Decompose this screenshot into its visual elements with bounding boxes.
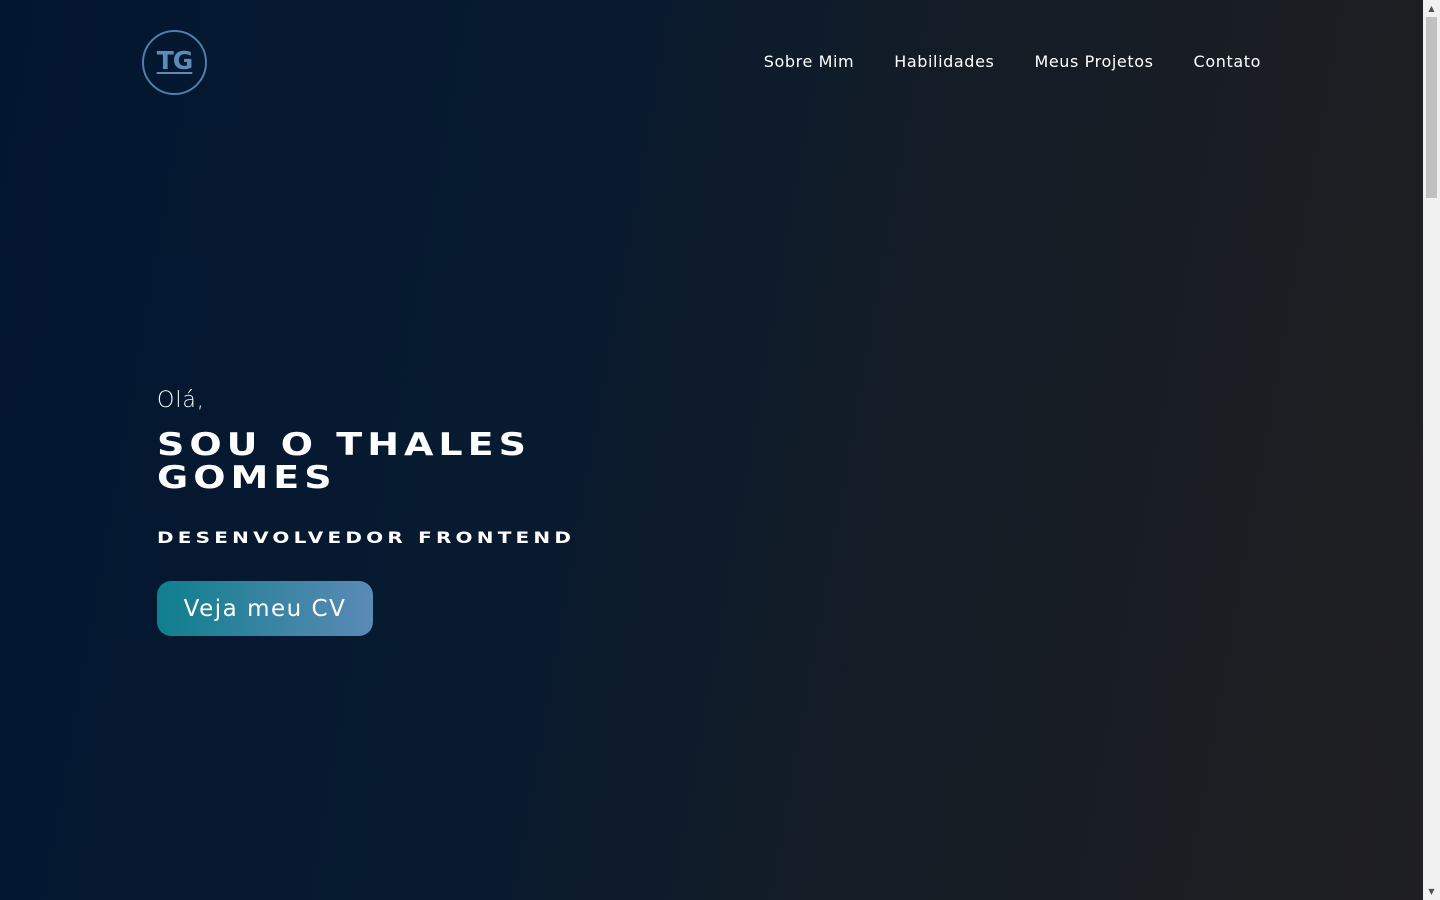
scroll-down-arrow-icon[interactable]: ▼ [1423, 883, 1440, 900]
nav-link-sobre-mim[interactable]: Sobre Mim [764, 52, 855, 71]
view-cv-button[interactable]: Veja meu CV [157, 581, 373, 636]
logo[interactable]: TG [142, 30, 207, 95]
vertical-scrollbar[interactable]: ▲ ▼ [1423, 0, 1440, 900]
hero-greeting: Olá, [157, 388, 205, 413]
main-nav: Sobre Mim Habilidades Meus Projetos Cont… [764, 52, 1261, 71]
scrollbar-thumb[interactable] [1426, 17, 1437, 198]
hero-name-heading: Sou o Thales Gomes [157, 426, 531, 496]
hero-role-subtitle: Desenvolvedor Frontend [157, 528, 576, 548]
scroll-up-arrow-icon[interactable]: ▲ [1423, 0, 1440, 17]
nav-link-contato[interactable]: Contato [1194, 52, 1261, 71]
nav-link-meus-projetos[interactable]: Meus Projetos [1034, 52, 1153, 71]
page-viewport: TG Sobre Mim Habilidades Meus Projetos C… [0, 0, 1423, 900]
logo-text: TG [156, 46, 194, 75]
nav-link-habilidades[interactable]: Habilidades [894, 52, 994, 71]
